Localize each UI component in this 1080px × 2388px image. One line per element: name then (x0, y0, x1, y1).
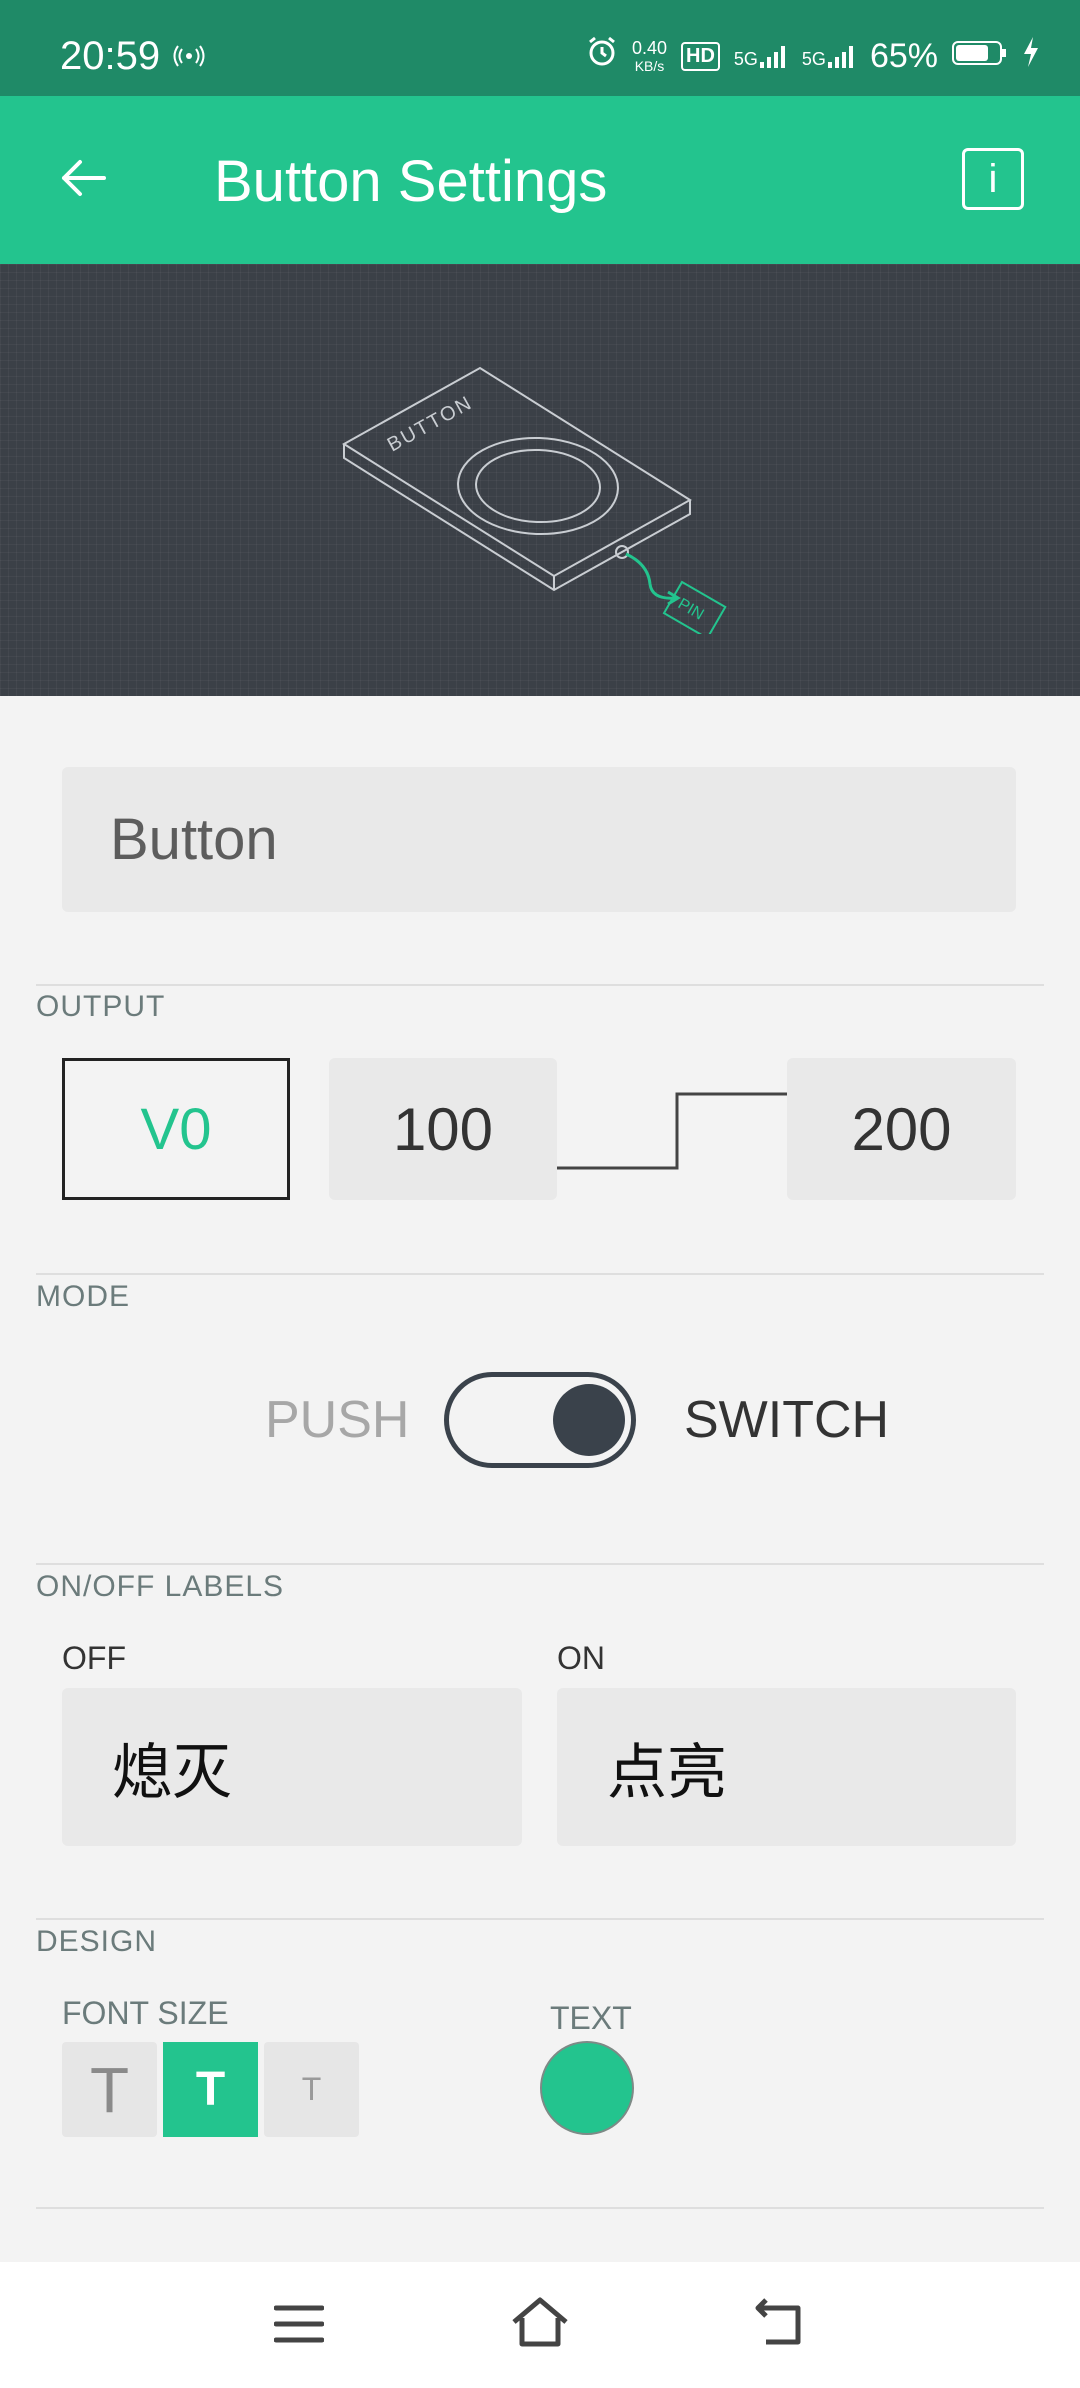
output-min-field[interactable]: 100 (329, 1058, 557, 1200)
divider (36, 1273, 1044, 1275)
output-max-field[interactable]: 200 (787, 1058, 1016, 1200)
widget-illustration: BUTTON PIN (0, 264, 1080, 696)
hotspot-icon (172, 44, 206, 73)
status-time: 20:59 (60, 34, 161, 78)
mode-toggle[interactable] (444, 1372, 636, 1468)
menu-icon (273, 2305, 325, 2343)
page-title: Button Settings (214, 149, 608, 214)
on-label-field[interactable]: 点亮 (557, 1688, 1016, 1846)
back-nav-button[interactable] (752, 2298, 804, 2351)
back-nav-icon (755, 2298, 801, 2345)
font-size-small-button[interactable]: T (264, 2042, 359, 2137)
charging-icon (1022, 37, 1040, 76)
widget-name-field[interactable]: Button (62, 767, 1016, 912)
net-speed: 0.40 KB/s (631, 37, 668, 74)
off-label: OFF (62, 1640, 126, 1676)
on-label: ON (557, 1640, 605, 1676)
font-size-selector: T T T (62, 2042, 359, 2137)
labels-section-label: ON/OFF LABELS (36, 1570, 285, 1603)
output-section-label: OUTPUT (36, 990, 166, 1023)
status-right: 0.40 KB/s HD 5G 5G 65% (586, 36, 1040, 77)
mode-section-label: MODE (36, 1280, 130, 1313)
status-bar: 20:59 0.40 KB/s HD 5G 5G 65% (0, 0, 1080, 96)
toggle-knob (553, 1384, 625, 1456)
device-label: BUTTON (384, 392, 477, 457)
widget-name-value: Button (110, 807, 278, 872)
text-color-swatch[interactable] (540, 2041, 634, 2135)
info-icon: i (988, 156, 998, 201)
menu-button[interactable] (273, 2302, 325, 2351)
signal-2: 5G (802, 45, 856, 68)
signal-bars-icon (827, 45, 853, 68)
alarm-icon (586, 36, 618, 77)
mode-switch-label[interactable]: SWITCH (684, 1390, 889, 1450)
font-size-large-button[interactable]: T (62, 2042, 157, 2137)
mode-push-label[interactable]: PUSH (265, 1390, 409, 1450)
divider (36, 1918, 1044, 1920)
hd-icon: HD (681, 42, 720, 71)
output-range-graph (557, 1092, 787, 1170)
back-arrow-icon (62, 160, 106, 196)
font-size-label: FONT SIZE (62, 1995, 229, 2031)
battery-icon (952, 37, 1008, 76)
home-icon (512, 2297, 568, 2347)
off-label-field[interactable]: 熄灭 (62, 1688, 522, 1846)
off-label-value: 熄灭 (112, 1737, 232, 1808)
battery-percent: 65% (869, 37, 938, 75)
divider (36, 984, 1044, 986)
pin-label: PIN (675, 596, 707, 624)
back-button[interactable] (56, 150, 112, 211)
signal-bars-icon (759, 45, 785, 68)
info-button[interactable]: i (962, 148, 1024, 210)
divider (36, 1563, 1044, 1565)
signal-1: 5G (734, 45, 788, 68)
home-button[interactable] (510, 2296, 570, 2353)
divider (36, 2207, 1044, 2209)
output-pin-button[interactable]: V0 (62, 1058, 290, 1200)
text-color-label: TEXT (550, 2000, 632, 2036)
font-size-medium-button[interactable]: T (163, 2042, 258, 2137)
on-label-value: 点亮 (607, 1737, 727, 1808)
design-section-label: DESIGN (36, 1925, 158, 1958)
system-nav-bar (0, 2262, 1080, 2388)
app-bar: Button Settings i (0, 96, 1080, 264)
button-device-illustration: BUTTON PIN (342, 366, 727, 634)
